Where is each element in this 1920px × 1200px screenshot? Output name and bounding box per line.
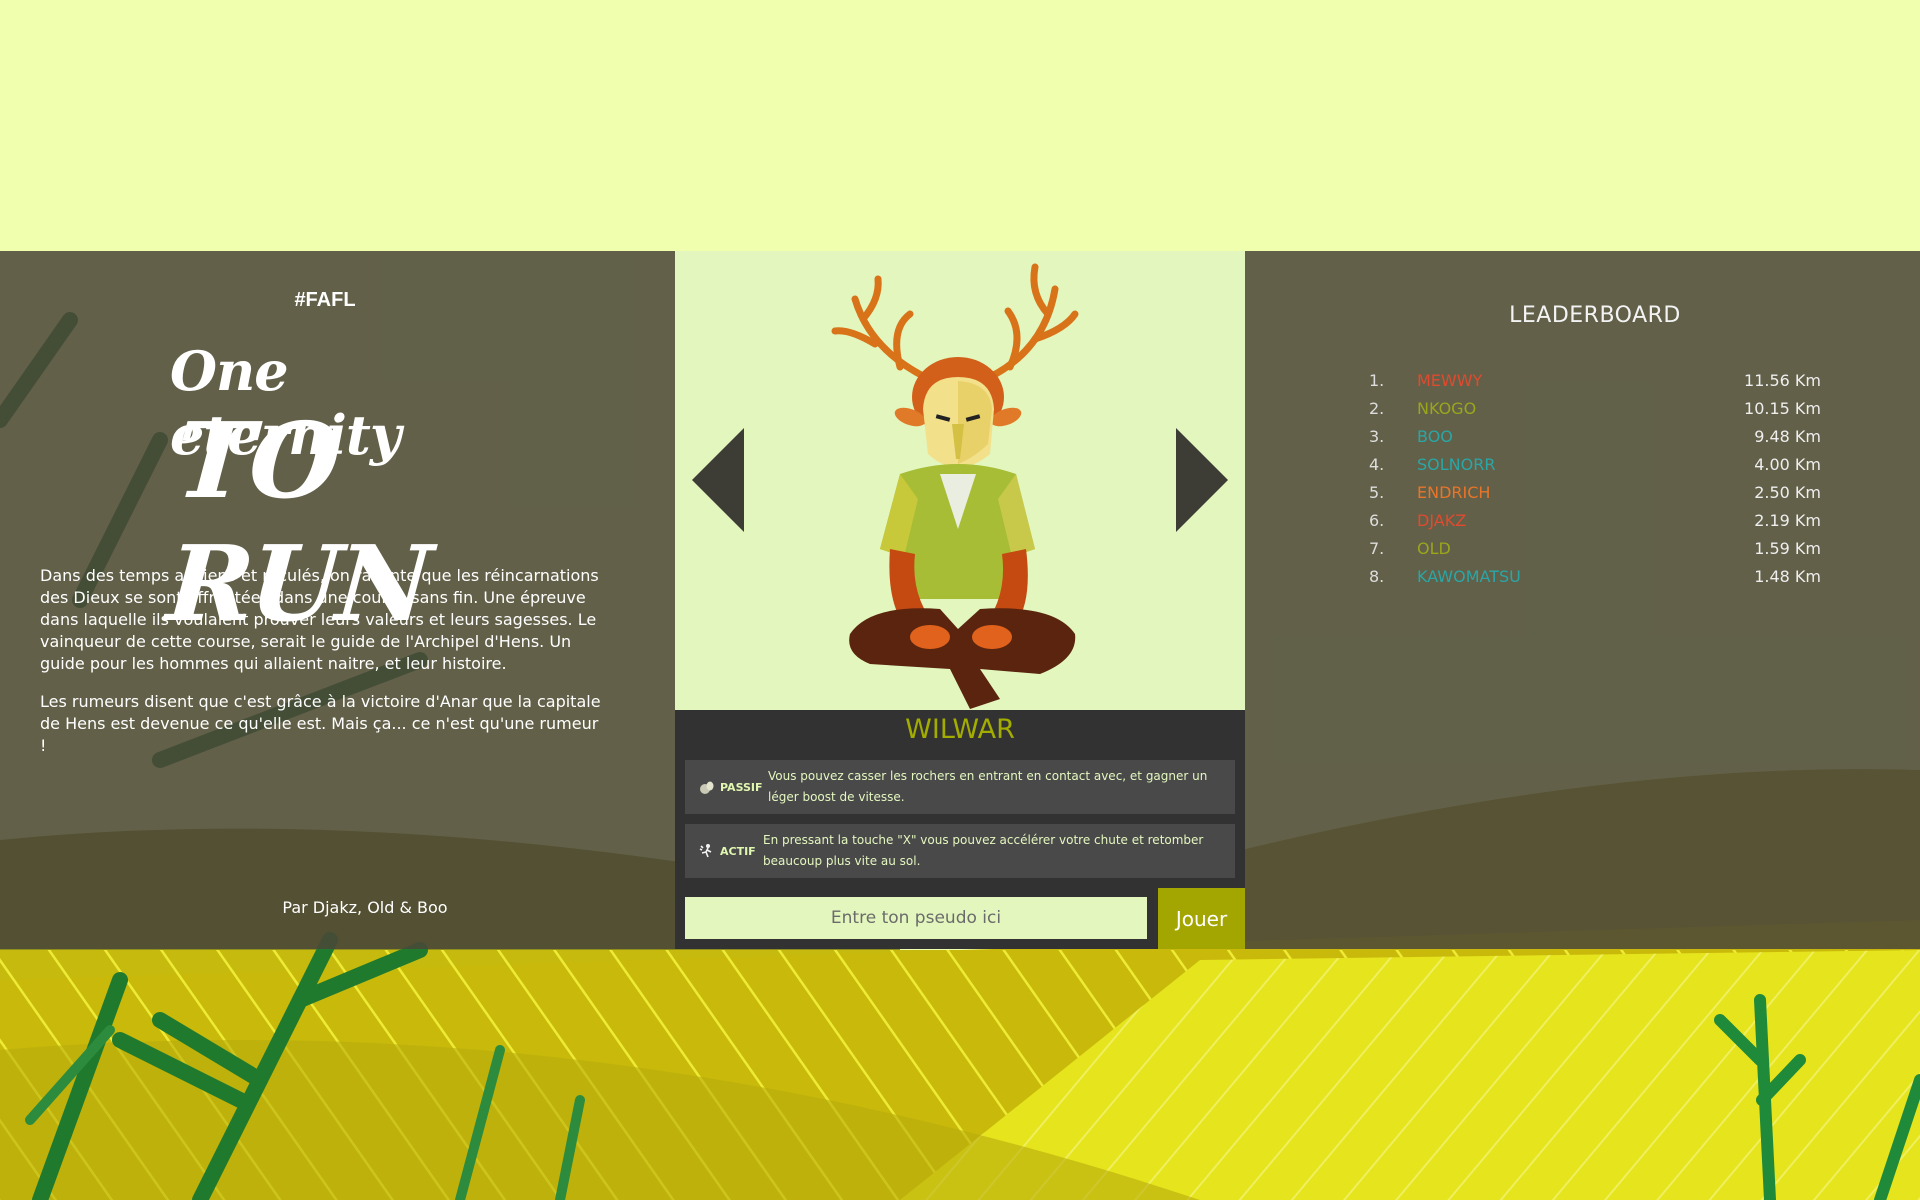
leaderboard-player: KAWOMATSU (1417, 567, 1521, 586)
leaderboard-row: 2. NKOGO 10.15 Km (1369, 396, 1821, 424)
leaderboard-player: OLD (1417, 539, 1451, 558)
passive-description: Vous pouvez casser les rochers en entran… (768, 769, 1208, 804)
leaderboard-row: 8. KAWOMATSU 1.48 Km (1369, 564, 1821, 592)
active-label: ACTIF (720, 844, 756, 858)
character-info: WILWAR PASSIF Vous pouvez casser les roc… (675, 710, 1245, 888)
leaderboard-distance: 2.19 Km (1754, 511, 1821, 530)
leaderboard-row: 5. ENDRICH 2.50 Km (1369, 480, 1821, 508)
leaderboard-player: BOO (1417, 427, 1453, 446)
leaderboard-distance: 1.48 Km (1754, 567, 1821, 586)
passive-skill: PASSIF Vous pouvez casser les rochers en… (685, 760, 1235, 814)
leaderboard-row: 6. DJAKZ 2.19 Km (1369, 508, 1821, 536)
previous-character-arrow-icon[interactable] (692, 428, 744, 532)
leaderboard-rank: 6. (1369, 511, 1385, 530)
fall-icon (699, 844, 712, 858)
leaderboard-distance: 1.59 Km (1754, 539, 1821, 558)
active-description: En pressant la touche "X" vous pouvez ac… (763, 833, 1204, 868)
hashtag: #FAFL (294, 289, 356, 311)
leaderboard-rank: 2. (1369, 399, 1385, 418)
pseudo-input[interactable] (685, 897, 1147, 939)
leaderboard-row: 3. BOO 9.48 Km (1369, 424, 1821, 452)
leaderboard-player: MEWWY (1417, 371, 1483, 390)
leaderboard-rank: 5. (1369, 483, 1385, 502)
leaderboard-rank: 8. (1369, 567, 1385, 586)
leaderboard-player: NKOGO (1417, 399, 1477, 418)
play-button[interactable]: Jouer (1158, 888, 1245, 949)
leaderboard-distance: 10.15 Km (1744, 399, 1821, 418)
passive-label: PASSIF (720, 780, 763, 794)
leaderboard-row: 7. OLD 1.59 Km (1369, 536, 1821, 564)
game-logo: One eternity TO RUN (160, 339, 460, 645)
next-character-arrow-icon[interactable] (1176, 428, 1228, 532)
credits: Par Djakz, Old & Boo (282, 898, 448, 917)
leaderboard-row: 4. SOLNORR 4.00 Km (1369, 452, 1821, 480)
play-form: Jouer (675, 888, 1245, 949)
leaderboard-row: 1. MEWWY 11.56 Km (1369, 368, 1821, 396)
leaderboard-distance: 11.56 Km (1744, 371, 1821, 390)
leaderboard-rank: 1. (1369, 371, 1385, 390)
active-skill: ACTIF En pressant la touche "X" vous pou… (685, 824, 1235, 878)
leaderboard-player: DJAKZ (1417, 511, 1467, 530)
character-name: WILWAR (905, 714, 1015, 745)
leaderboard-rank: 3. (1369, 427, 1385, 446)
intro-panel: #FAFL One eternity TO RUN Dans des temps… (0, 251, 675, 949)
rock-icon (700, 781, 714, 794)
leaderboard-distance: 2.50 Km (1754, 483, 1821, 502)
leaderboard-distance: 4.00 Km (1754, 455, 1821, 474)
leaderboard-panel: LEADERBOARD 1. MEWWY 11.56 Km 2. NKOGO 10.15… (1245, 251, 1920, 949)
leaderboard-player: SOLNORR (1417, 455, 1496, 474)
leaderboard-list: 1. MEWWY 11.56 Km 2. NKOGO 10.15 Km 3. BOO 9.4… (1369, 368, 1821, 592)
leaderboard-title: LEADERBOARD (1509, 303, 1681, 328)
story-paragraph: Dans des temps anciens et reculés, on ra… (40, 566, 599, 673)
leaderboard-player: ENDRICH (1417, 483, 1491, 502)
leaderboard-rank: 7. (1369, 539, 1385, 558)
leaderboard-distance: 9.48 Km (1754, 427, 1821, 446)
story-text: Dans des temps anciens et reculés, on ra… (40, 565, 605, 773)
leaderboard-rank: 4. (1369, 455, 1385, 474)
story-paragraph: Les rumeurs disent que c'est grâce à la … (40, 692, 601, 755)
character-illustration (831, 263, 1079, 709)
character-selector: WILWAR PASSIF Vous pouvez casser les roc… (675, 251, 1245, 949)
character-portrait (675, 251, 1245, 710)
